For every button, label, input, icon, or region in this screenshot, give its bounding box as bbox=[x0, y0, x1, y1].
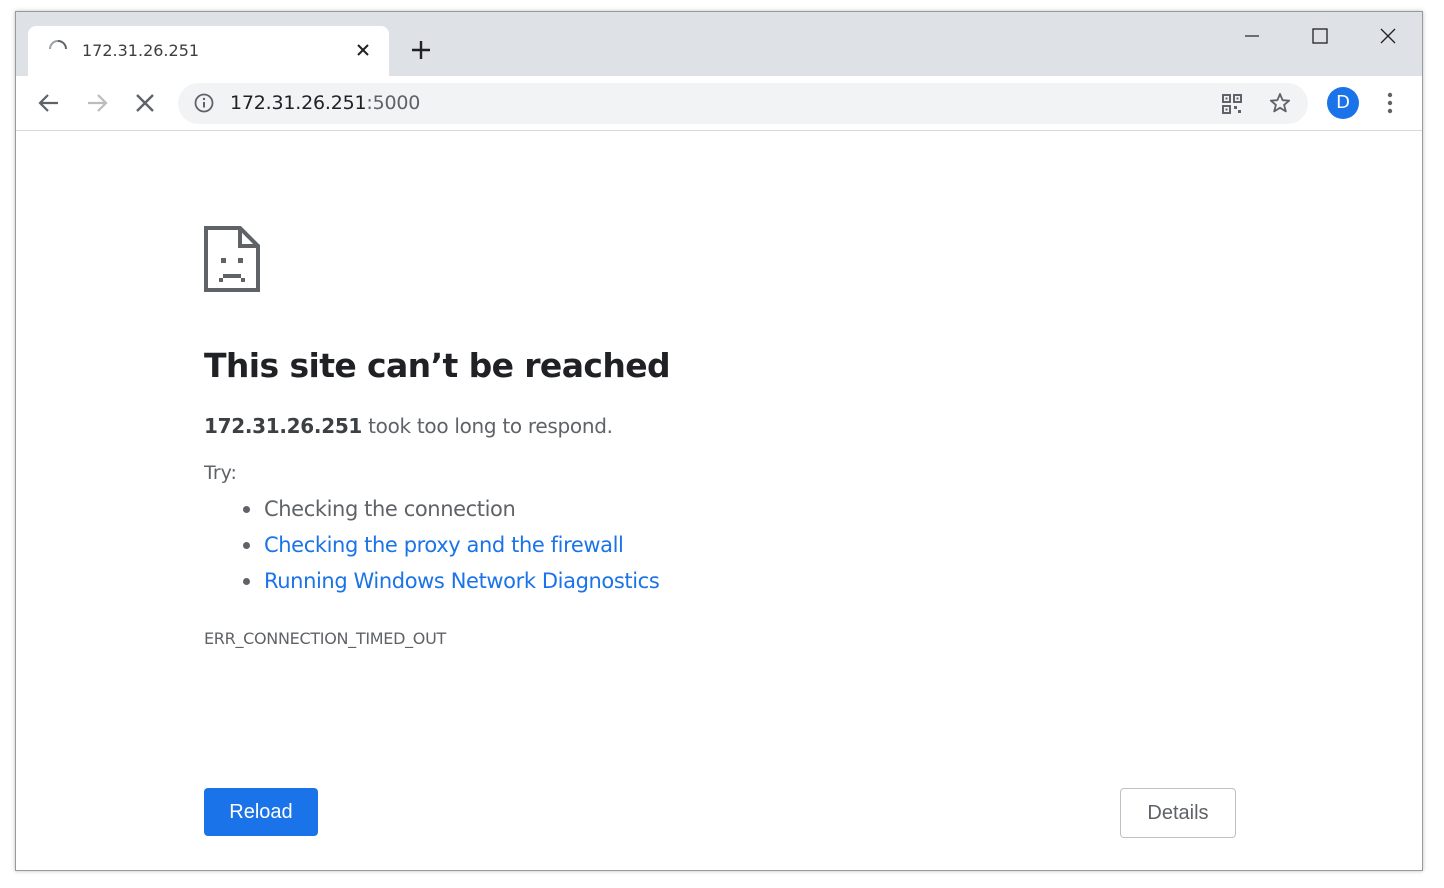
url-port: :5000 bbox=[366, 92, 421, 114]
new-tab-icon[interactable] bbox=[410, 39, 432, 61]
bullet bbox=[243, 542, 250, 549]
close-tab-icon[interactable] bbox=[354, 41, 372, 59]
minimize-icon[interactable] bbox=[1242, 26, 1262, 46]
bullet bbox=[243, 578, 250, 585]
sad-document-icon bbox=[204, 226, 260, 292]
network-diagnostics-link[interactable]: Running Windows Network Diagnostics bbox=[264, 569, 660, 593]
address-bar[interactable]: 172.31.26.251:5000 bbox=[178, 83, 1308, 124]
suggestion-item: Running Windows Network Diagnostics bbox=[204, 563, 660, 599]
maximize-icon[interactable] bbox=[1310, 26, 1330, 46]
error-host: 172.31.26.251 bbox=[204, 414, 363, 438]
url-text[interactable]: 172.31.26.251:5000 bbox=[230, 92, 420, 114]
proxy-firewall-link[interactable]: Checking the proxy and the firewall bbox=[264, 533, 624, 557]
star-icon[interactable] bbox=[1269, 92, 1291, 114]
forward-arrow-icon[interactable] bbox=[84, 90, 110, 116]
more-vert-icon[interactable] bbox=[1380, 90, 1400, 116]
error-heading: This site can’t be reached bbox=[204, 346, 671, 385]
error-code: ERR_CONNECTION_TIMED_OUT bbox=[204, 629, 446, 648]
stop-loading-icon[interactable] bbox=[132, 90, 158, 116]
qr-code-icon[interactable] bbox=[1221, 93, 1243, 115]
error-page: This site can’t be reached 172.31.26.251… bbox=[16, 131, 1422, 870]
suggestion-item: Checking the connection bbox=[204, 491, 659, 527]
details-button[interactable]: Details bbox=[1120, 788, 1236, 838]
tab-strip: 172.31.26.251 bbox=[16, 12, 1422, 76]
url-host: 172.31.26.251 bbox=[230, 92, 367, 114]
back-arrow-icon[interactable] bbox=[36, 90, 62, 116]
window-close-icon[interactable] bbox=[1378, 26, 1398, 46]
tab[interactable]: 172.31.26.251 bbox=[28, 26, 389, 76]
suggestions-list: Checking the connection Checking the pro… bbox=[204, 491, 660, 599]
bullet bbox=[243, 506, 250, 513]
browser-window: 172.31.26.251 172.31.26.251:5000 D This … bbox=[15, 11, 1423, 871]
suggestion-item: Checking the proxy and the firewall bbox=[204, 527, 659, 563]
error-message: took too long to respond. bbox=[362, 414, 613, 438]
try-label: Try: bbox=[204, 462, 237, 484]
reload-button[interactable]: Reload bbox=[204, 788, 318, 836]
tab-title: 172.31.26.251 bbox=[82, 41, 200, 60]
info-icon[interactable] bbox=[194, 93, 214, 113]
profile-avatar[interactable]: D bbox=[1327, 87, 1359, 119]
error-description: 172.31.26.251 took too long to respond. bbox=[204, 414, 613, 438]
suggestion-text: Checking the connection bbox=[264, 497, 516, 521]
loading-spinner-icon bbox=[49, 40, 67, 50]
toolbar: 172.31.26.251:5000 D bbox=[16, 76, 1422, 131]
